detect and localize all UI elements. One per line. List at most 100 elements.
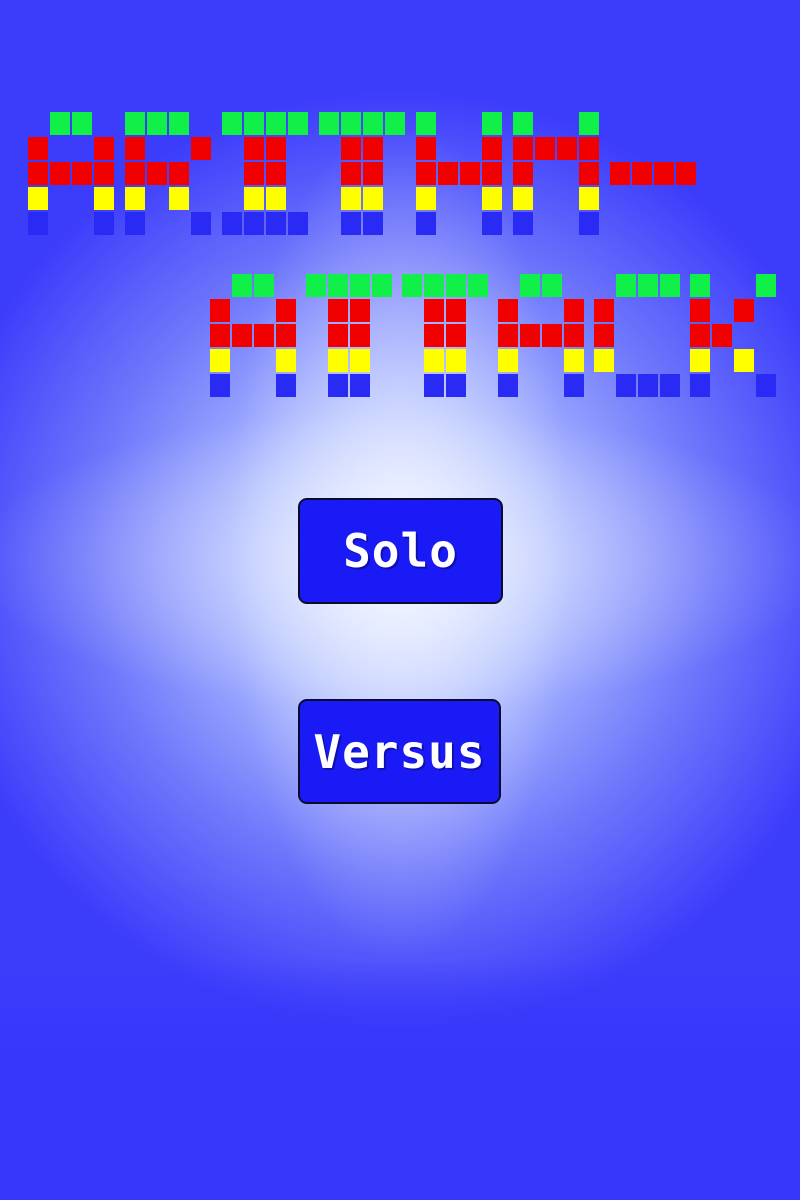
title-pixel — [424, 324, 444, 347]
title-pixel — [482, 112, 502, 135]
title-pixel — [520, 324, 540, 347]
title-pixel — [363, 137, 383, 160]
title-pixel — [610, 162, 630, 185]
title-pixel — [210, 299, 230, 322]
title-pixel — [416, 212, 436, 235]
title-pixel — [424, 274, 444, 297]
title-pixel — [520, 274, 540, 297]
title-pixel — [690, 324, 710, 347]
title-pixel — [416, 137, 436, 160]
title-pixel — [579, 112, 599, 135]
title-pixel — [125, 137, 145, 160]
title-pixel — [50, 112, 70, 135]
title-pixel — [579, 137, 599, 160]
title-pixel — [402, 274, 422, 297]
title-pixel — [498, 374, 518, 397]
title-pixel — [446, 374, 466, 397]
title-pixel — [498, 349, 518, 372]
title-pixel — [222, 112, 242, 135]
title-pixel — [28, 137, 48, 160]
title-pixel — [94, 187, 114, 210]
title-pixel — [482, 187, 502, 210]
title-pixel — [468, 274, 488, 297]
title-pixel — [232, 274, 252, 297]
title-pixel — [372, 274, 392, 297]
title-pixel — [385, 112, 405, 135]
title-pixel — [579, 212, 599, 235]
title-pixel — [350, 274, 370, 297]
title-pixel — [594, 299, 614, 322]
title-pixel — [660, 274, 680, 297]
title-pixel — [446, 299, 466, 322]
title-pixel — [191, 212, 211, 235]
title-pixel — [712, 324, 732, 347]
title-pixel — [266, 212, 286, 235]
title-pixel — [690, 274, 710, 297]
title-pixel — [654, 162, 674, 185]
title-pixel — [424, 374, 444, 397]
title-pixel — [28, 162, 48, 185]
title-pixel — [438, 162, 458, 185]
title-pixel — [328, 349, 348, 372]
title-pixel — [328, 274, 348, 297]
title-pixel — [350, 349, 370, 372]
title-pixel — [756, 274, 776, 297]
title-pixel — [579, 187, 599, 210]
title-pixel — [594, 324, 614, 347]
versus-button-label: Versus — [313, 724, 486, 779]
title-pixel — [513, 112, 533, 135]
title-pixel — [660, 374, 680, 397]
title-pixel — [564, 299, 584, 322]
title-pixel — [222, 212, 242, 235]
title-pixel — [244, 212, 264, 235]
title-pixel — [94, 212, 114, 235]
title-pixel — [244, 112, 264, 135]
title-pixel — [94, 137, 114, 160]
title-pixel — [734, 349, 754, 372]
title-pixel — [482, 162, 502, 185]
title-pixel — [244, 137, 264, 160]
title-pixel — [125, 162, 145, 185]
title-pixel — [125, 212, 145, 235]
title-pixel — [210, 349, 230, 372]
title-pixel — [210, 374, 230, 397]
title-pixel — [363, 162, 383, 185]
title-pixel — [244, 187, 264, 210]
title-pixel — [350, 324, 370, 347]
solo-button-label: Solo — [343, 524, 458, 578]
title-pixel — [513, 137, 533, 160]
title-pixel — [690, 349, 710, 372]
title-pixel — [341, 162, 361, 185]
title-pixel — [276, 324, 296, 347]
title-pixel — [557, 137, 577, 160]
title-pixel — [460, 162, 480, 185]
title-pixel — [94, 162, 114, 185]
solo-button[interactable]: Solo — [298, 498, 503, 604]
title-pixel — [498, 324, 518, 347]
game-screen: ARITHM- ATTACK Solo Versus — [0, 0, 800, 1200]
title-pixel — [276, 374, 296, 397]
title-pixel — [513, 162, 533, 185]
title-pixel — [328, 299, 348, 322]
title-pixel — [244, 162, 264, 185]
title-pixel — [341, 112, 361, 135]
title-pixel — [169, 112, 189, 135]
title-pixel — [306, 274, 326, 297]
title-pixel — [482, 137, 502, 160]
title-pixel — [276, 349, 296, 372]
title-pixel — [632, 162, 652, 185]
title-pixel — [579, 162, 599, 185]
title-pixel — [254, 274, 274, 297]
versus-button[interactable]: Versus — [298, 699, 501, 804]
title-pixel — [288, 212, 308, 235]
title-pixel — [328, 324, 348, 347]
title-pixel — [28, 187, 48, 210]
title-pixel — [288, 112, 308, 135]
title-pixel — [341, 137, 361, 160]
title-pixel — [266, 112, 286, 135]
title-pixel — [72, 112, 92, 135]
title-pixel — [594, 349, 614, 372]
title-pixel — [513, 212, 533, 235]
title-pixel — [482, 212, 502, 235]
title-pixel — [266, 137, 286, 160]
